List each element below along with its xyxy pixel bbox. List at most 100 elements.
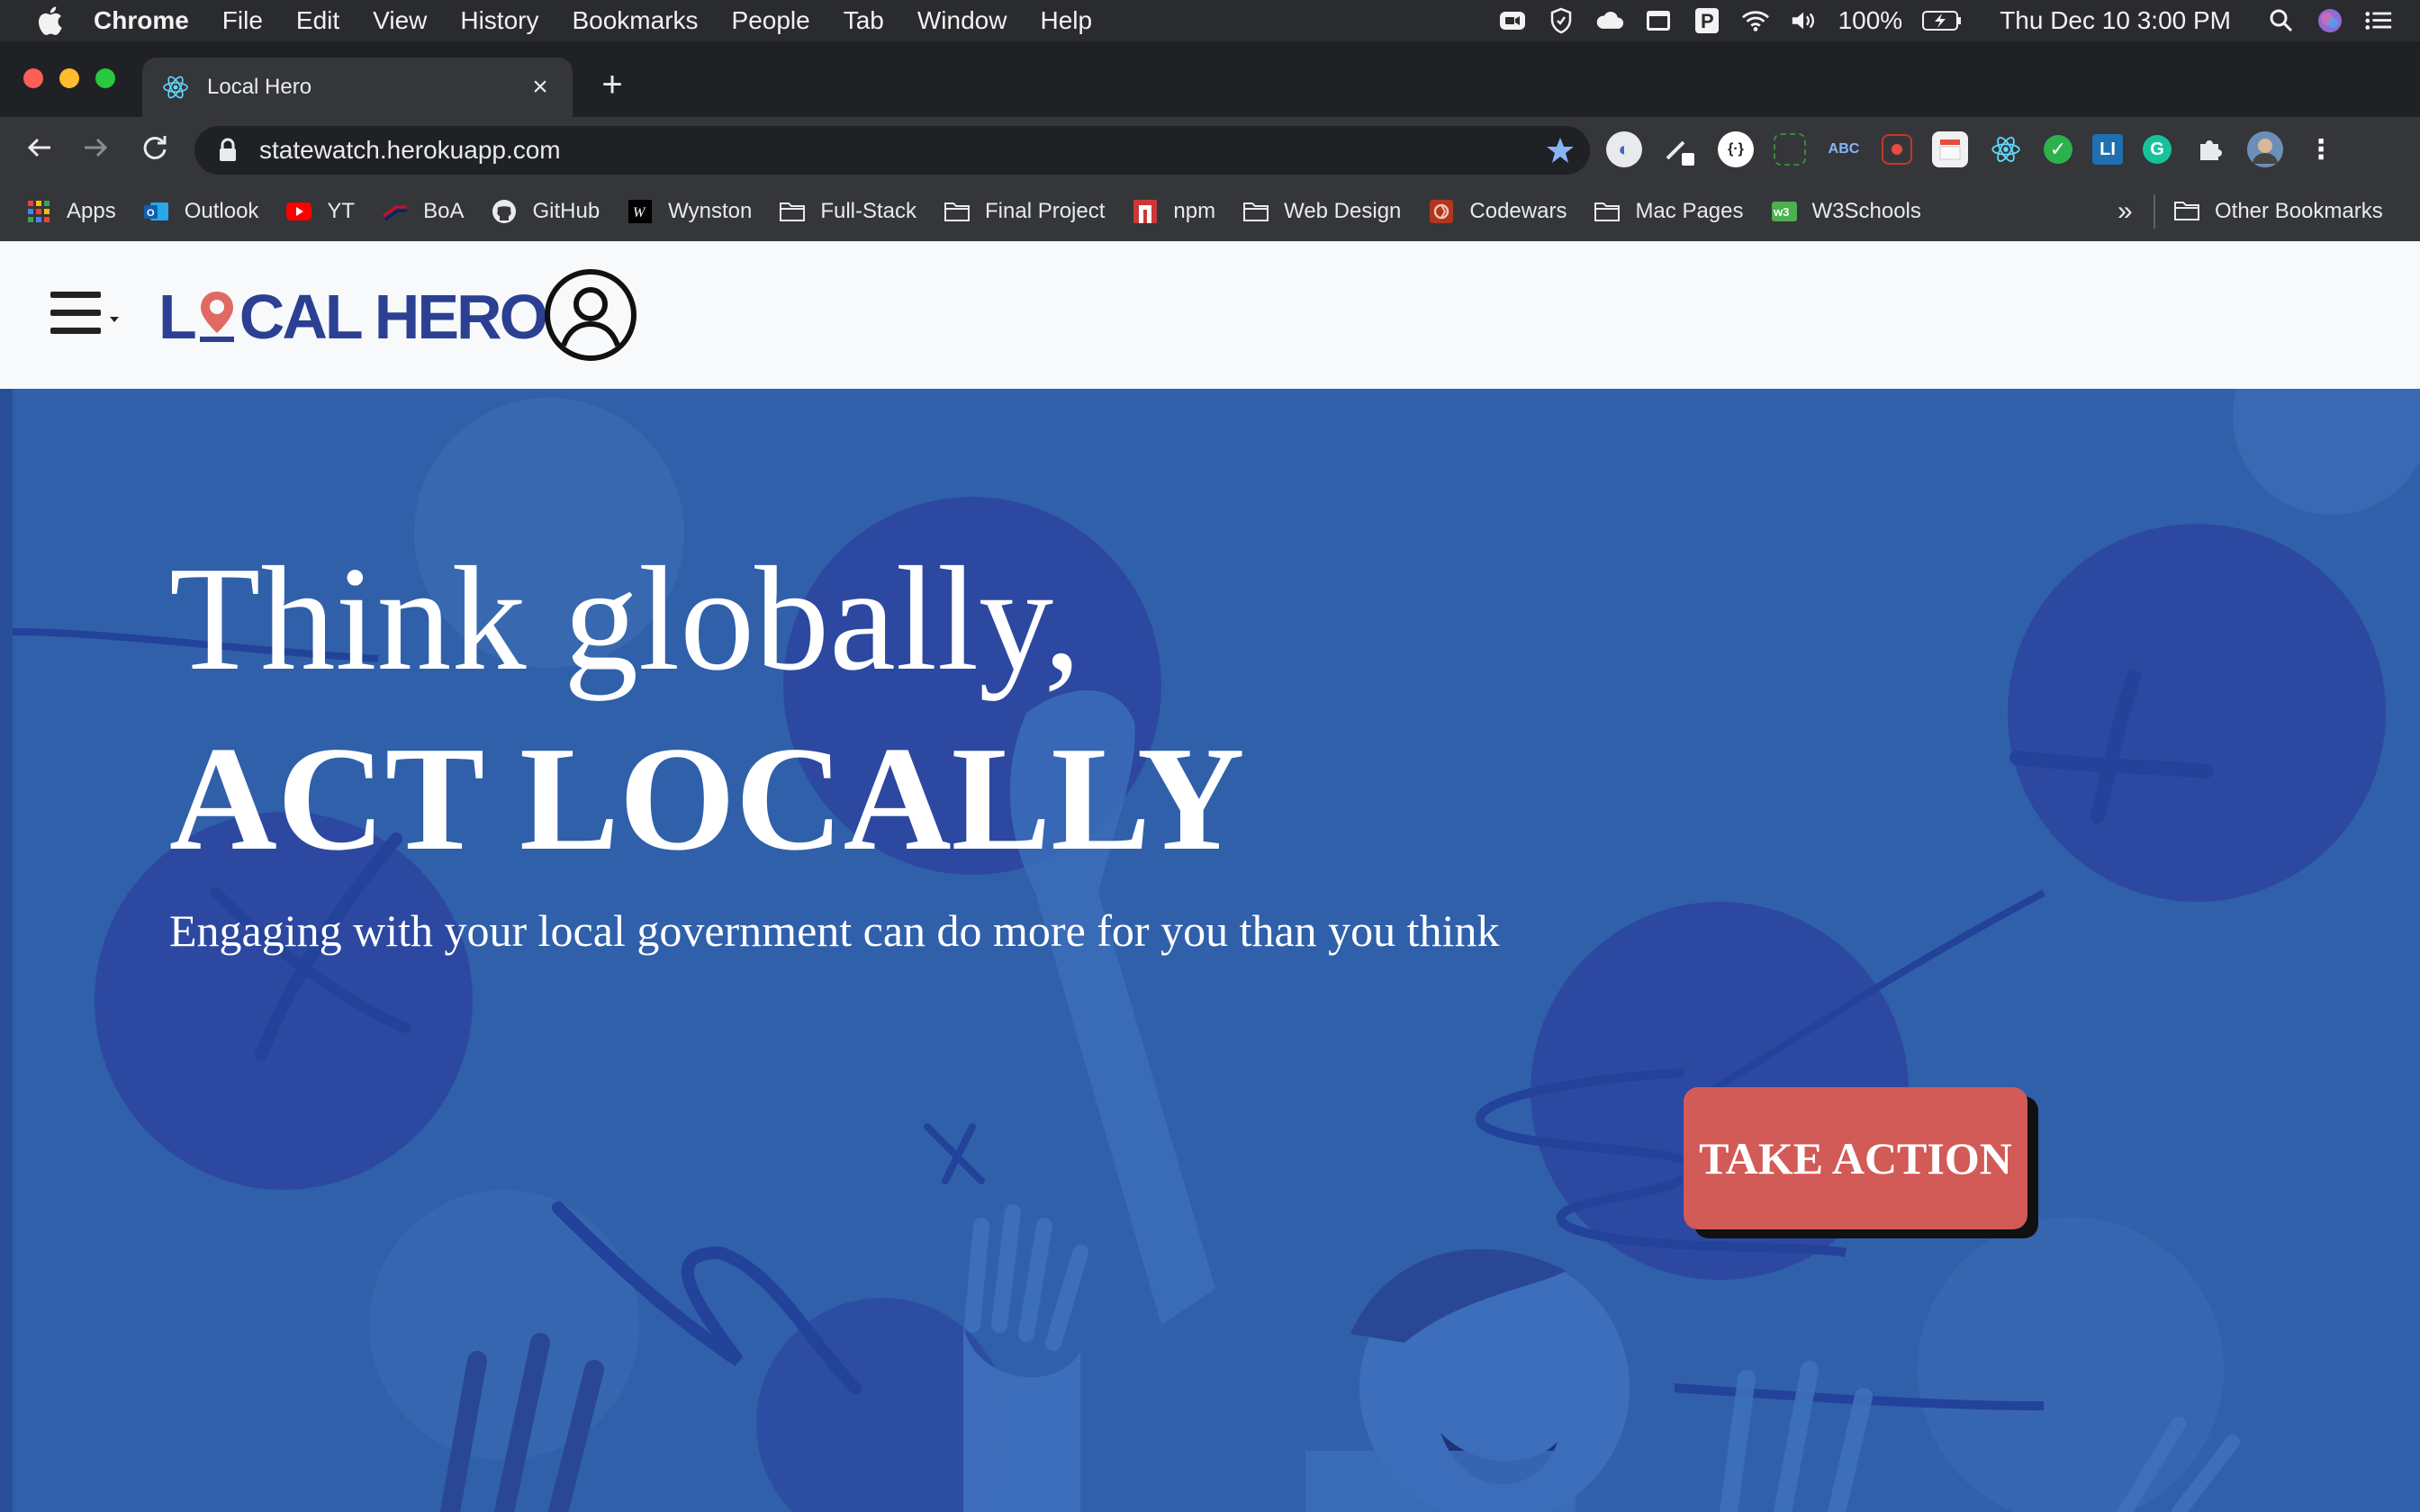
react-favicon-icon [163,76,188,99]
ext-screenshot-icon[interactable] [1774,133,1806,166]
volume-icon[interactable] [1790,7,1819,34]
menu-tab[interactable]: Tab [844,6,884,35]
cloud-icon[interactable] [1595,7,1624,34]
profile-avatar[interactable] [2247,131,2283,167]
zoom-icon[interactable] [1498,7,1527,34]
menu-file[interactable]: File [222,6,263,35]
tab-local-hero[interactable]: Local Hero × [142,58,573,117]
p-app-icon[interactable]: P [1693,7,1721,34]
bookmark-label: BoA [423,199,465,223]
folder-icon [1242,200,1269,223]
window-maximize-button[interactable] [95,68,115,88]
bookmark-label: Other Bookmarks [2215,199,2383,223]
bookmark-wynston[interactable]: W Wynston [627,199,752,224]
menu-people[interactable]: People [732,6,810,35]
bookmark-web-design[interactable]: Web Design [1242,199,1401,224]
chrome-menu-icon[interactable]: ⋮ [2303,131,2339,167]
ext-linkedin-icon[interactable]: LI [2092,134,2123,165]
menu-history[interactable]: History [460,6,538,35]
bookmark-codewars[interactable]: Codewars [1428,199,1567,224]
bookmark-final-project[interactable]: Final Project [944,199,1105,224]
ext-react-devtools-icon[interactable] [1988,131,2024,167]
extensions-puzzle-icon[interactable] [2191,131,2227,167]
siri-icon[interactable] [2316,7,2344,34]
address-bar[interactable]: statewatch.herokuapp.com [194,126,1590,175]
bookmark-boa[interactable]: BoA [382,199,464,224]
npm-icon [1132,200,1159,223]
ext-record-icon[interactable] [1882,134,1912,165]
ext-circle-icon[interactable]: ◐ [1606,131,1642,167]
outlook-icon: O [143,200,170,223]
github-icon [491,200,518,223]
ext-eyedropper-icon[interactable] [1662,131,1698,167]
battery-icon[interactable] [1922,7,1962,34]
wifi-icon[interactable] [1741,7,1770,34]
ext-notes-icon[interactable] [1932,131,1968,167]
bookmark-yt[interactable]: YT [285,199,355,224]
hero-subtitle: Engaging with your local government can … [169,905,1500,956]
local-hero-logo[interactable]: L CAL HERO [158,281,548,353]
bookmark-apps[interactable]: Apps [25,199,116,224]
ext-grammarly-icon[interactable]: G [2143,135,2172,164]
bookmark-w3schools[interactable]: w3 W3Schools [1771,199,1921,224]
user-account-icon[interactable] [544,268,637,362]
svg-text:P: P [1701,10,1714,32]
folder-icon [944,200,971,223]
bookmark-github[interactable]: GitHub [491,199,600,224]
hamburger-menu-icon[interactable] [50,286,130,340]
menu-app-name[interactable]: Chrome [94,6,189,35]
notification-center-icon[interactable] [2364,7,2393,34]
back-button[interactable] [22,131,58,167]
tab-title: Local Hero [207,75,312,99]
folder-icon [1594,200,1621,223]
apple-logo-icon[interactable] [36,5,63,36]
site-header: L CAL HERO [0,241,2420,389]
spotlight-search-icon[interactable] [2267,7,2296,34]
hero-title-line1: Think globally, [169,536,1081,701]
bookmark-mac-pages[interactable]: Mac Pages [1594,199,1744,224]
ext-check-icon[interactable]: ✓ [2044,135,2072,164]
url-text[interactable]: statewatch.herokuapp.com [259,136,561,165]
lock-icon [220,138,236,161]
shield-icon[interactable] [1547,7,1576,34]
window-close-button[interactable] [23,68,43,88]
bookmark-npm[interactable]: npm [1132,199,1215,224]
take-action-button[interactable]: TAKE ACTION [1684,1087,2027,1229]
window-minimize-button[interactable] [59,68,79,88]
w3schools-icon: w3 [1771,200,1798,223]
ext-json-icon[interactable]: {·} [1718,131,1754,167]
bookmarks-overflow-chevron-icon[interactable]: » [2118,182,2133,241]
bookmarks-separator [2154,194,2155,229]
bookmark-label: YT [327,199,356,223]
browser-toolbar: statewatch.herokuapp.com ◐ {·} ABC ✓ LI … [0,117,2420,182]
map-pin-icon [199,292,234,342]
forward-button[interactable] [77,131,113,167]
reload-button[interactable] [137,131,173,167]
calendar-tray-icon[interactable] [1644,7,1673,34]
bookmark-other-bookmarks[interactable]: Other Bookmarks [2173,182,2383,241]
bookmark-label: W3Schools [1811,199,1921,223]
bookmark-label: Web Design [1284,199,1402,223]
ext-spellcheck-icon[interactable]: ABC [1826,131,1862,167]
menu-help[interactable]: Help [1040,6,1092,35]
bookmark-label: Mac Pages [1635,199,1744,223]
menu-view[interactable]: View [373,6,427,35]
menu-window[interactable]: Window [917,6,1007,35]
svg-text:O: O [147,208,155,219]
bookmark-star-icon[interactable] [1545,135,1576,166]
macos-menu-bar: Chrome File Edit View History Bookmarks … [0,0,2420,41]
menu-bookmarks[interactable]: Bookmarks [572,6,698,35]
boa-icon [382,200,409,223]
bookmark-full-stack[interactable]: Full-Stack [779,199,917,224]
logo-text-left: L [158,282,197,352]
forward-arrow-icon [85,138,108,158]
folder-icon [2173,200,2200,223]
hero-section: Think globally, ACT LOCALLY Engaging wit… [0,389,2420,1512]
menubar-clock[interactable]: Thu Dec 10 3:00 PM [2000,6,2231,35]
new-tab-button[interactable]: + [594,67,630,103]
bookmarks-bar: Apps O Outlook YT BoA GitHub W Wynston F [0,182,2420,242]
bookmark-label: Outlook [184,199,259,223]
menu-edit[interactable]: Edit [296,6,339,35]
bookmark-outlook[interactable]: O Outlook [143,199,259,224]
tab-close-icon[interactable]: × [528,74,553,101]
